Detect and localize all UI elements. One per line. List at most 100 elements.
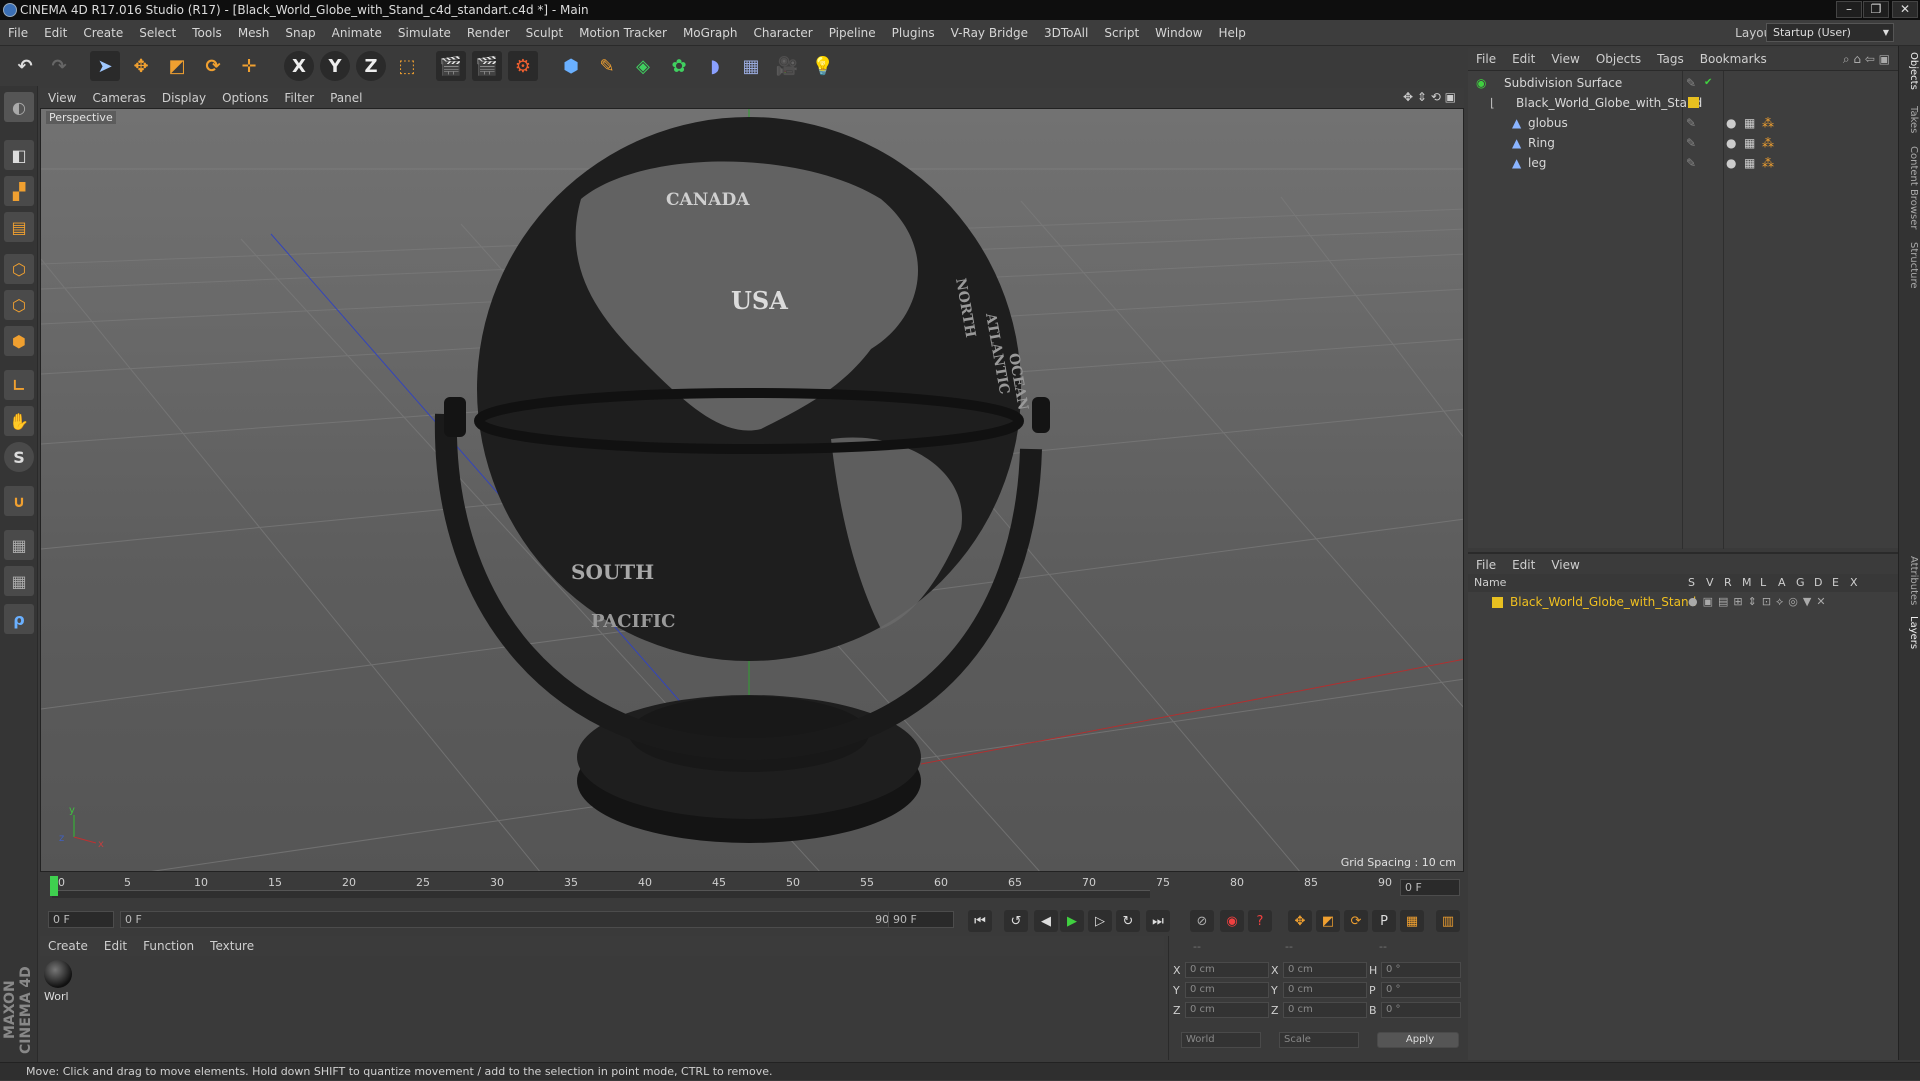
layer-menu-view[interactable]: View: [1543, 554, 1587, 576]
edit-toggle-icon[interactable]: ✎: [1686, 133, 1696, 153]
position-y-field[interactable]: 0 cm: [1185, 982, 1269, 998]
go-to-end-icon[interactable]: ⏭: [1146, 910, 1170, 932]
size-mode-select[interactable]: Scale: [1279, 1032, 1359, 1048]
size-z-field[interactable]: 0 cm: [1283, 1002, 1367, 1018]
play-icon[interactable]: ▶: [1060, 910, 1084, 932]
material-tag-icon[interactable]: ●: [1726, 113, 1736, 133]
menu-character[interactable]: Character: [745, 20, 820, 46]
deformer-bend-icon[interactable]: ◗: [700, 51, 730, 81]
tree-row-leg[interactable]: ▲ leg ✎ ● ▦ ⁂: [1468, 153, 1898, 173]
viewport-nav-icons[interactable]: ✥ ⇕ ⟲ ▣: [1403, 90, 1456, 104]
rotation-b-field[interactable]: 0 °: [1381, 1002, 1461, 1018]
python-icon[interactable]: ρ: [4, 604, 34, 634]
menu-pipeline[interactable]: Pipeline: [821, 20, 884, 46]
cube-primitive-icon[interactable]: ⬢: [556, 51, 586, 81]
tree-row-ring[interactable]: ▲ Ring ✎ ● ▦ ⁂: [1468, 133, 1898, 153]
object-menu-bookmarks[interactable]: Bookmarks: [1692, 48, 1775, 70]
material-menu-create[interactable]: Create: [40, 936, 96, 956]
material-menu-texture[interactable]: Texture: [202, 936, 262, 956]
viewport-menu-options[interactable]: Options: [214, 88, 276, 108]
menu-motion-tracker[interactable]: Motion Tracker: [571, 20, 675, 46]
key-parameter-icon[interactable]: P: [1372, 910, 1396, 932]
3d-viewport[interactable]: CANADA USA SOUTH PACIFIC NORTH ATLANTIC …: [40, 108, 1464, 872]
minimize-button[interactable]: –: [1836, 1, 1862, 18]
magnet-icon[interactable]: ∪: [4, 486, 34, 516]
pen-spline-icon[interactable]: ✎: [592, 51, 622, 81]
points-mode-icon[interactable]: ⬡: [4, 254, 34, 284]
object-menu-edit[interactable]: Edit: [1504, 48, 1543, 70]
position-x-field[interactable]: 0 cm: [1185, 962, 1269, 978]
size-y-field[interactable]: 0 cm: [1283, 982, 1367, 998]
start-frame-field[interactable]: 0 F: [48, 911, 114, 928]
material-tag-icon[interactable]: ●: [1726, 153, 1736, 173]
menu-edit[interactable]: Edit: [36, 20, 75, 46]
restore-button[interactable]: ❐: [1863, 1, 1889, 18]
menu-vray-bridge[interactable]: V-Ray Bridge: [943, 20, 1036, 46]
snap-icon[interactable]: S: [4, 442, 34, 472]
keyframe-selection-icon[interactable]: ?: [1248, 910, 1272, 932]
side-tab-content-browser[interactable]: Content Browser: [1901, 146, 1919, 229]
menu-script[interactable]: Script: [1096, 20, 1147, 46]
edit-toggle-icon[interactable]: ✎: [1686, 73, 1696, 93]
rotation-p-field[interactable]: 0 °: [1381, 982, 1461, 998]
camera-icon[interactable]: 🎥: [772, 51, 802, 81]
side-tab-layers[interactable]: Layers: [1901, 616, 1919, 649]
layer-color-swatch[interactable]: [1688, 97, 1699, 108]
rotation-h-field[interactable]: 0 °: [1381, 962, 1461, 978]
tree-row-globe-null[interactable]: ⌊ Black_World_Globe_with_Stand: [1468, 93, 1898, 113]
size-x-field[interactable]: 0 cm: [1283, 962, 1367, 978]
menu-select[interactable]: Select: [131, 20, 184, 46]
menu-help[interactable]: Help: [1210, 20, 1253, 46]
phong-tag-icon[interactable]: ⁂: [1762, 153, 1774, 173]
material-menu-function[interactable]: Function: [135, 936, 202, 956]
viewport-menu-view[interactable]: View: [40, 88, 84, 108]
texture-mode-icon[interactable]: ▞: [4, 176, 34, 206]
key-rotation-icon[interactable]: ⟳: [1344, 910, 1368, 932]
menu-mograph[interactable]: MoGraph: [675, 20, 746, 46]
menu-tools[interactable]: Tools: [184, 20, 230, 46]
close-button[interactable]: ✕: [1892, 1, 1918, 18]
position-z-field[interactable]: 0 cm: [1185, 1002, 1269, 1018]
current-frame-field[interactable]: 0 F: [1400, 879, 1460, 896]
layer-color-swatch[interactable]: [1492, 597, 1503, 608]
layout-select[interactable]: Startup (User) ▼: [1766, 23, 1894, 42]
phong-tag-icon[interactable]: ⁂: [1762, 133, 1774, 153]
rotate-tool-icon[interactable]: ⟳: [198, 51, 228, 81]
menu-3dtoall[interactable]: 3DToAll: [1036, 20, 1096, 46]
layer-menu-file[interactable]: File: [1468, 554, 1504, 576]
layer-toggle-icons[interactable]: ●▣▤⊞⇕⊡⟡◎▼✕: [1688, 592, 1831, 612]
move-tool-icon[interactable]: ✥: [126, 51, 156, 81]
menu-sculpt[interactable]: Sculpt: [518, 20, 571, 46]
viewport-menu-display[interactable]: Display: [154, 88, 214, 108]
workplane-mode-icon[interactable]: ▤: [4, 212, 34, 242]
mograph-cloner-icon[interactable]: ✿: [664, 51, 694, 81]
apply-button[interactable]: Apply: [1377, 1032, 1459, 1048]
viewport-menu-cameras[interactable]: Cameras: [84, 88, 153, 108]
object-menu-objects[interactable]: Objects: [1588, 48, 1649, 70]
side-tab-objects[interactable]: Objects: [1901, 52, 1919, 90]
end-frame-field[interactable]: 90 F: [888, 911, 954, 928]
grid-workplane-icon[interactable]: ▦: [4, 566, 34, 596]
record-keys-disabled-icon[interactable]: ⊘: [1190, 910, 1214, 932]
polygons-mode-icon[interactable]: ⬢: [4, 326, 34, 356]
go-to-start-icon[interactable]: ⏮: [968, 910, 992, 932]
object-manager-nav-icons[interactable]: ⌕ ⌂ ⇦ ▣: [1843, 48, 1890, 70]
undo-icon[interactable]: ↶: [10, 51, 40, 81]
tweak-mode-icon[interactable]: ✋: [4, 406, 34, 436]
menu-render[interactable]: Render: [459, 20, 518, 46]
uvw-tag-icon[interactable]: ▦: [1744, 133, 1755, 153]
autokey-icon[interactable]: ◉: [1220, 910, 1244, 932]
layer-row[interactable]: Black_World_Globe_with_Stand ●▣▤⊞⇕⊡⟡◎▼✕: [1468, 592, 1898, 612]
object-menu-file[interactable]: File: [1468, 48, 1504, 70]
side-tab-attributes[interactable]: Attributes: [1901, 556, 1919, 605]
edit-toggle-icon[interactable]: ✎: [1686, 113, 1696, 133]
prev-keyframe-icon[interactable]: ↺: [1004, 910, 1028, 932]
edit-toggle-icon[interactable]: ✎: [1686, 153, 1696, 173]
material-menu-edit[interactable]: Edit: [96, 936, 135, 956]
subdivision-surface-icon[interactable]: ◈: [628, 51, 658, 81]
layer-menu-edit[interactable]: Edit: [1504, 554, 1543, 576]
uvw-tag-icon[interactable]: ▦: [1744, 153, 1755, 173]
tree-row-globus[interactable]: ▲ globus ✎ ● ▦ ⁂: [1468, 113, 1898, 133]
z-axis-lock-button[interactable]: Z: [356, 51, 386, 81]
frame-range-slider[interactable]: 0 F 90 F: [120, 911, 920, 928]
